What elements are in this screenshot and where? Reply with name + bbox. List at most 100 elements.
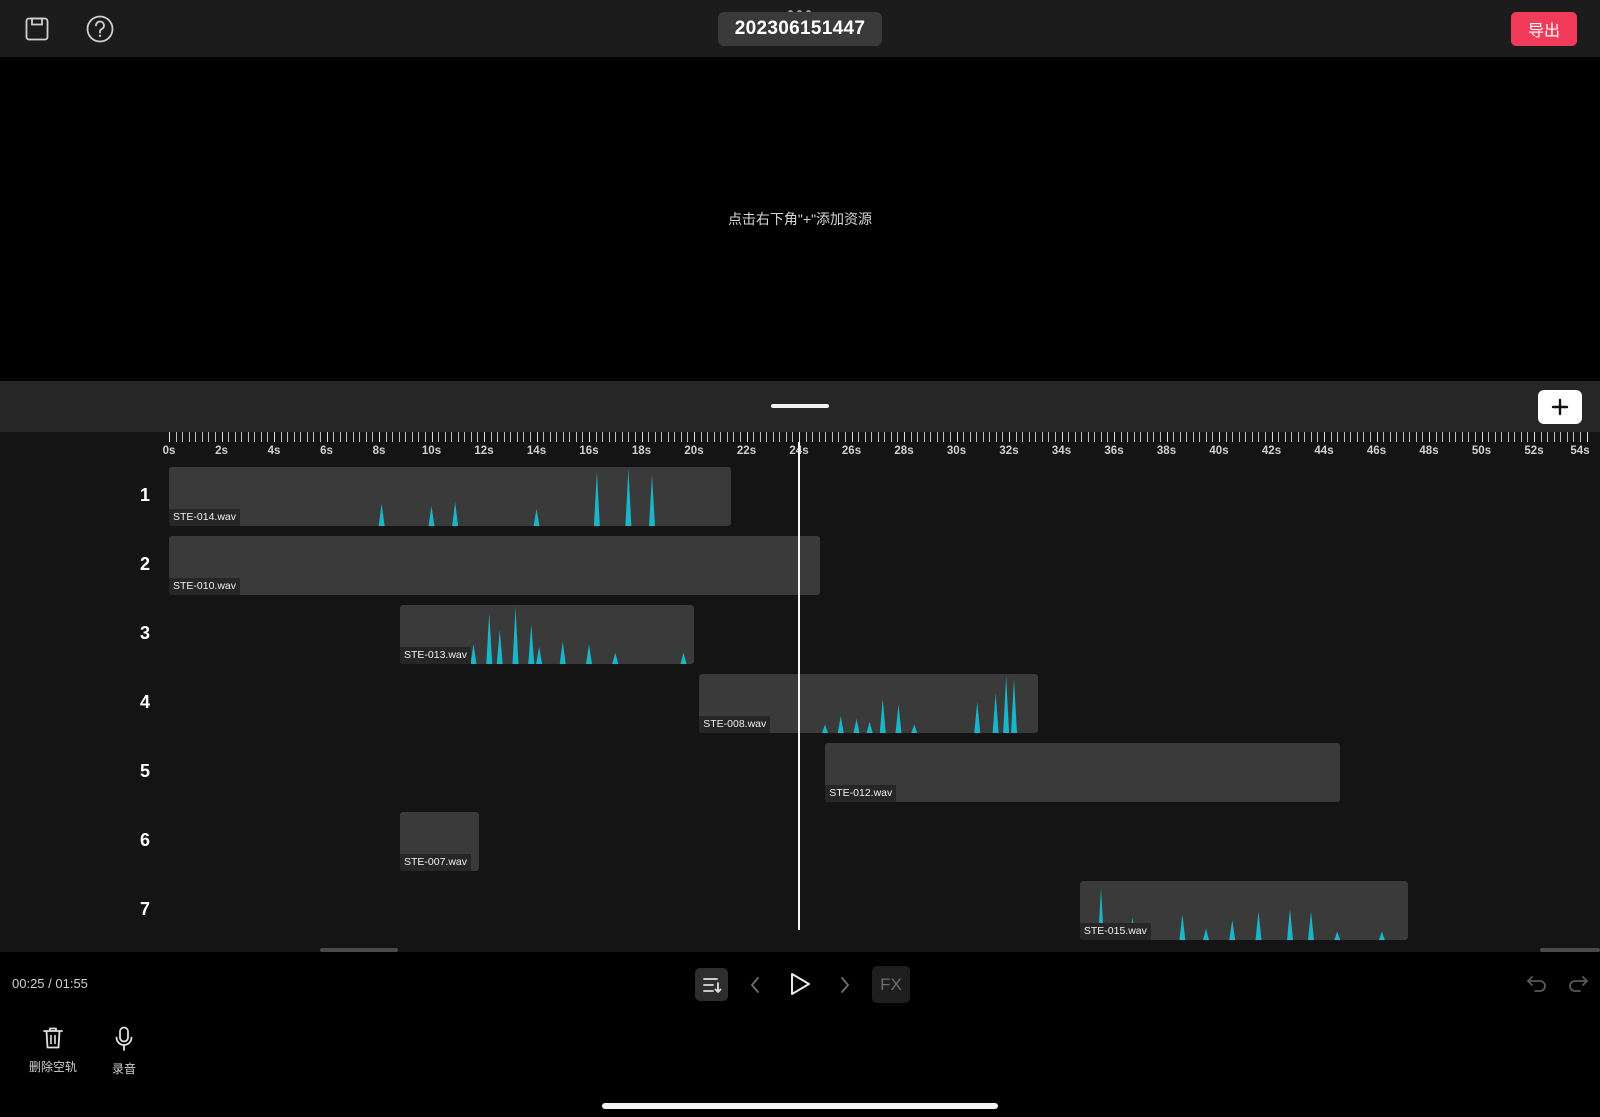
- ruler-tick: [556, 432, 558, 442]
- ruler-tick: [864, 432, 866, 442]
- ruler-tick: [1251, 432, 1253, 442]
- ruler-tick: [214, 432, 216, 442]
- waveform-peak: [992, 693, 999, 733]
- ruler-tick: [1389, 432, 1391, 442]
- ruler-tick: [969, 432, 971, 442]
- track-number: 2: [139, 554, 150, 574]
- panel-drag-handle[interactable]: [771, 404, 829, 408]
- ruler-tick: [1199, 432, 1201, 442]
- ruler-tick: [1442, 432, 1444, 442]
- save-button[interactable]: [20, 12, 54, 46]
- waveform-peak: [838, 715, 844, 733]
- ruler-tick: [1310, 432, 1312, 442]
- ruler-tick: [503, 432, 505, 442]
- ruler-tick: [1363, 432, 1365, 442]
- ruler-tick: [844, 432, 846, 442]
- ruler-tick: [779, 432, 781, 442]
- ruler-tick: [904, 432, 905, 442]
- microphone-icon: [115, 1026, 133, 1051]
- clip-name: STE-008.wav: [699, 716, 771, 733]
- ruler-tick: [1068, 432, 1070, 442]
- ruler-tick: [470, 432, 472, 442]
- ruler-tick: [1435, 432, 1437, 442]
- waveform-peak: [853, 718, 860, 733]
- ruler-tick: [306, 432, 308, 442]
- ruler-label: 16s: [579, 445, 599, 457]
- timeline[interactable]: 0s2s4s6s8s10s12s14s16s18s20s22s24s26s28s…: [0, 432, 1600, 952]
- ruler-tick: [280, 432, 282, 442]
- ruler-tick: [739, 432, 741, 442]
- ruler-tick: [300, 432, 302, 442]
- ruler-tick: [694, 432, 695, 442]
- home-indicator[interactable]: [602, 1103, 998, 1109]
- ruler-tick: [1488, 432, 1490, 442]
- ruler-tick: [995, 432, 997, 442]
- ruler-tick: [464, 432, 466, 442]
- ruler-tick: [1140, 432, 1142, 442]
- ruler-tick: [293, 432, 295, 442]
- add-resource-button[interactable]: [1538, 390, 1582, 424]
- play-button[interactable]: [784, 965, 816, 1003]
- audio-clip[interactable]: STE-013.wav: [400, 605, 694, 664]
- preview-hint: 点击右下角"+"添加资源: [727, 211, 873, 227]
- fx-button[interactable]: FX: [872, 966, 910, 1003]
- ruler-tick: [438, 432, 440, 442]
- ruler-tick: [1481, 432, 1483, 442]
- ruler-tick: [897, 432, 899, 442]
- waveform-peak: [1011, 678, 1018, 733]
- ruler-label: 34s: [1051, 445, 1072, 457]
- ruler-tick: [680, 432, 682, 442]
- undo-icon: [1527, 976, 1546, 992]
- ruler-tick: [1396, 432, 1398, 442]
- ruler-tick: [825, 432, 827, 442]
- ruler-tick: [431, 432, 433, 442]
- record-button[interactable]: 录音: [94, 1026, 154, 1077]
- ruler-tick: [1146, 432, 1148, 442]
- previous-button[interactable]: [744, 968, 766, 1001]
- export-button[interactable]: 导出: [1511, 12, 1577, 46]
- audio-clip[interactable]: STE-010.wav: [169, 536, 820, 595]
- delete-empty-tracks-button[interactable]: 删除空轨: [23, 1026, 83, 1075]
- undo-button[interactable]: [1524, 970, 1550, 996]
- ruler-tick: [379, 432, 380, 442]
- waveform-peak: [1255, 911, 1262, 940]
- ruler-tick: [1212, 432, 1214, 442]
- track-number: 3: [139, 623, 150, 643]
- playhead[interactable]: [798, 442, 800, 930]
- ruler-tick: [838, 432, 840, 442]
- track-list-button[interactable]: [695, 968, 728, 1001]
- ruler-tick: [667, 432, 669, 442]
- ruler-tick: [792, 432, 794, 442]
- ruler-tick: [1173, 432, 1175, 442]
- redo-button[interactable]: [1565, 970, 1591, 996]
- chevron-left-icon: [751, 976, 759, 993]
- audio-clip[interactable]: STE-008.wav: [699, 674, 1038, 733]
- audio-clip[interactable]: STE-007.wav: [400, 812, 479, 871]
- audio-clip[interactable]: STE-012.wav: [825, 743, 1340, 802]
- ruler-tick: [615, 432, 617, 442]
- help-button[interactable]: [82, 11, 118, 47]
- clip-name: STE-013.wav: [400, 647, 472, 664]
- next-button[interactable]: [834, 968, 856, 1001]
- project-title[interactable]: 202306151447: [718, 12, 882, 46]
- audio-clip[interactable]: STE-015.wav: [1079, 881, 1408, 940]
- ruler-tick: [1553, 432, 1555, 442]
- audio-clip[interactable]: STE-014.wav: [169, 467, 731, 526]
- clip-name: STE-007.wav: [400, 854, 472, 871]
- delete-empty-tracks-label: 删除空轨: [28, 1060, 77, 1074]
- ruler-tick: [333, 432, 335, 442]
- ruler-label: 50s: [1471, 445, 1492, 457]
- ruler-tick: [201, 432, 203, 442]
- time-ruler[interactable]: 0s2s4s6s8s10s12s14s16s18s20s22s24s26s28s…: [0, 432, 1600, 462]
- ruler-tick: [411, 432, 413, 442]
- ruler-label: 32s: [999, 445, 1019, 457]
- ruler-tick: [956, 432, 958, 442]
- ruler-tick: [1120, 432, 1122, 442]
- waveform-peak: [496, 629, 503, 664]
- waveform-peak: [1378, 931, 1385, 940]
- ruler-tick: [1284, 432, 1286, 442]
- clip-name: STE-012.wav: [825, 785, 897, 802]
- ruler-tick: [228, 432, 230, 442]
- ruler-tick: [1573, 432, 1575, 442]
- preview-area: 点击右下角"+"添加资源: [0, 57, 1600, 381]
